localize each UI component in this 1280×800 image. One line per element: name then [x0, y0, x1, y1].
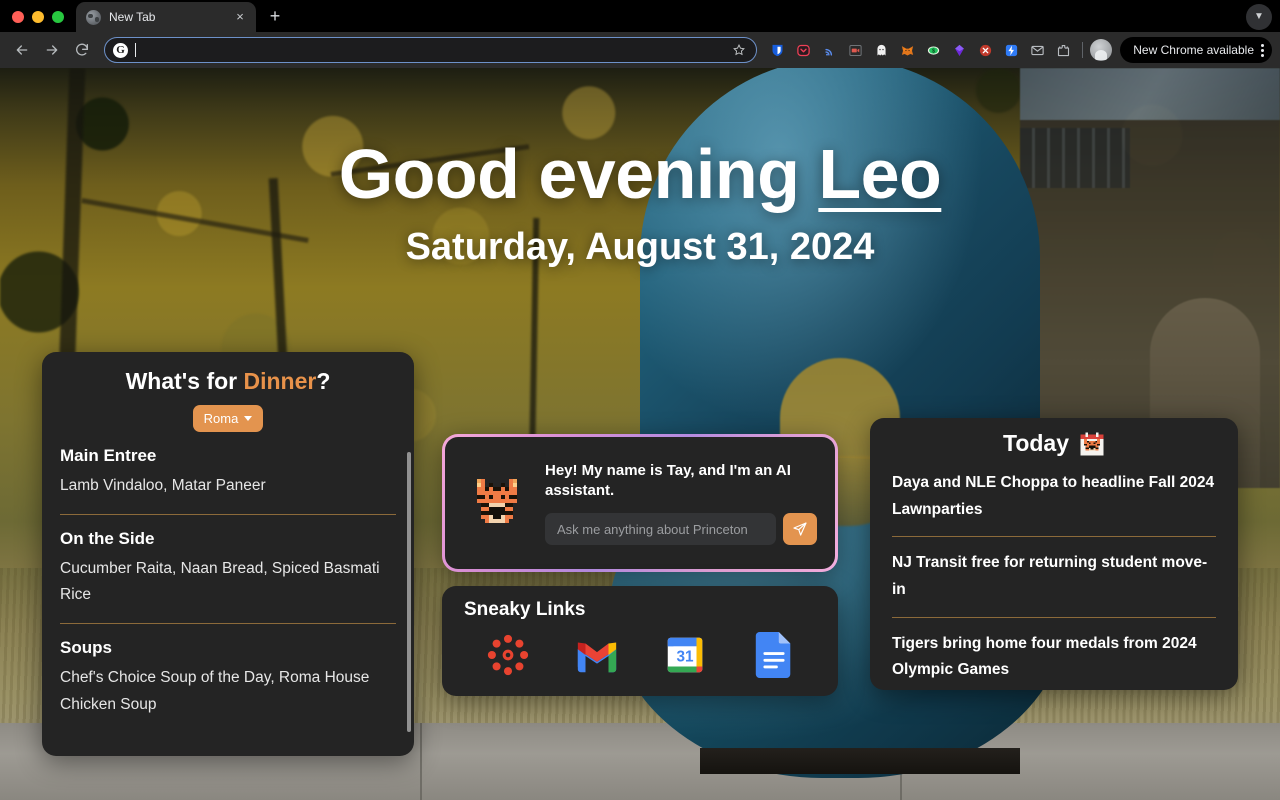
- today-card: Today: [870, 418, 1238, 690]
- chrome-update-button[interactable]: New Chrome available: [1120, 37, 1272, 63]
- browser-toolbar: G: [0, 32, 1280, 68]
- lightning-extension-icon[interactable]: [999, 38, 1023, 62]
- bitwarden-extension-icon[interactable]: [765, 38, 789, 62]
- cast-extension-icon[interactable]: [817, 38, 841, 62]
- user-name: Leo: [818, 135, 941, 213]
- page-title: Good evening Leo: [0, 134, 1280, 214]
- hero-section: Good evening Leo Saturday, August 31, 20…: [0, 68, 1280, 269]
- tay-greeting: Hey! My name is Tay, and I'm an AI assis…: [545, 461, 817, 502]
- menu-section-heading: Soups: [60, 638, 396, 658]
- gmail-link[interactable]: [573, 631, 621, 679]
- kebab-menu-icon[interactable]: [1261, 44, 1264, 57]
- profile-avatar[interactable]: [1090, 39, 1112, 61]
- tab-strip: New Tab × + ▼: [0, 0, 1280, 32]
- canvas-link[interactable]: [484, 631, 532, 679]
- gem-extension-icon[interactable]: [947, 38, 971, 62]
- tab-title: New Tab: [109, 10, 224, 24]
- svg-text:$: $: [932, 48, 935, 54]
- dinner-title: What's for Dinner?: [60, 364, 396, 395]
- tay-send-button[interactable]: [783, 513, 817, 545]
- google-docs-icon: [751, 632, 797, 678]
- new-tab-page: Good evening Leo Saturday, August 31, 20…: [0, 68, 1280, 800]
- extensions-puzzle-icon[interactable]: [1051, 38, 1075, 62]
- money-extension-icon[interactable]: $: [921, 38, 945, 62]
- dinner-title-suffix: ?: [316, 368, 330, 394]
- gmail-icon: [574, 632, 620, 678]
- address-bar[interactable]: G: [104, 37, 757, 63]
- forward-button[interactable]: [38, 36, 66, 64]
- maximize-window-button[interactable]: [52, 11, 64, 23]
- close-window-button[interactable]: [12, 11, 24, 23]
- sneaky-links-row: 31: [464, 631, 818, 679]
- tay-card-body: Hey! My name is Tay, and I'm an AI assis…: [445, 437, 835, 569]
- globe-icon: [86, 10, 101, 25]
- dinner-title-accent: Dinner: [244, 368, 317, 394]
- sneaky-links-title: Sneaky Links: [464, 599, 818, 621]
- menu-section: On the Side Cucumber Raita, Naan Bread, …: [60, 514, 396, 623]
- svg-text:31: 31: [677, 649, 695, 666]
- chevron-down-icon: [244, 416, 252, 421]
- scrollbar[interactable]: [407, 452, 411, 732]
- dinner-card-body: What's for Dinner? Roma Main Entree Lamb…: [42, 352, 414, 756]
- close-icon[interactable]: ×: [232, 9, 248, 25]
- tay-content: Hey! My name is Tay, and I'm an AI assis…: [545, 461, 817, 546]
- menu-section-items: Chef's Choice Soup of the Day, Roma Hous…: [60, 665, 396, 718]
- chrome-update-label: New Chrome available: [1133, 43, 1254, 57]
- dining-hall-selector-wrap: Roma: [60, 405, 396, 432]
- news-item[interactable]: Tigers bring home four medals from 2024 …: [892, 617, 1216, 697]
- sneaky-links-card: Sneaky Links: [442, 586, 838, 696]
- google-docs-link[interactable]: [750, 631, 798, 679]
- dinner-title-prefix: What's for: [126, 368, 244, 394]
- reload-button[interactable]: [68, 36, 96, 64]
- minimize-window-button[interactable]: [32, 11, 44, 23]
- today-title: Today: [892, 430, 1216, 457]
- dining-hall-label: Roma: [204, 411, 239, 426]
- ghost-extension-icon[interactable]: [869, 38, 893, 62]
- star-icon[interactable]: [732, 43, 746, 57]
- browser-window: New Tab × + ▼ G: [0, 0, 1280, 800]
- mail-extension-icon[interactable]: [1025, 38, 1049, 62]
- dinner-card: What's for Dinner? Roma Main Entree Lamb…: [42, 352, 414, 756]
- search-input[interactable]: [143, 43, 725, 57]
- menu-section-items: Cucumber Raita, Naan Bread, Spiced Basma…: [60, 556, 396, 609]
- google-calendar-icon: 31: [662, 632, 708, 678]
- block-extension-icon[interactable]: [973, 38, 997, 62]
- toolbar-divider: [1082, 42, 1083, 58]
- browser-tab[interactable]: New Tab ×: [76, 2, 256, 32]
- calendar-tiger-icon: [1079, 431, 1105, 457]
- menu-section: Soups Chef's Choice Soup of the Day, Rom…: [60, 623, 396, 732]
- menu-section-heading: On the Side: [60, 529, 396, 549]
- new-tab-button[interactable]: +: [262, 4, 288, 30]
- google-calendar-link[interactable]: 31: [661, 631, 709, 679]
- chevron-down-icon[interactable]: ▼: [1246, 4, 1272, 30]
- google-icon: G: [113, 43, 128, 58]
- dining-hall-dropdown[interactable]: Roma: [193, 405, 264, 432]
- greeting-prefix: Good evening: [339, 135, 819, 213]
- tay-assistant-card: Hey! My name is Tay, and I'm an AI assis…: [442, 434, 838, 572]
- news-item[interactable]: Daya and NLE Choppa to headline Fall 202…: [892, 457, 1216, 536]
- canvas-icon: [485, 632, 531, 678]
- sculpture-base: [700, 748, 1020, 774]
- current-date: Saturday, August 31, 2024: [0, 226, 1280, 269]
- tay-input-row: [545, 513, 817, 545]
- menu-section: Main Entree Lamb Vindaloo, Matar Paneer: [60, 432, 396, 514]
- tay-question-input[interactable]: [545, 513, 776, 545]
- text-cursor: [135, 43, 136, 57]
- menu-section-heading: Main Entree: [60, 446, 396, 466]
- menu-section-items: Lamb Vindaloo, Matar Paneer: [60, 473, 396, 500]
- window-controls: [12, 11, 76, 32]
- back-button[interactable]: [8, 36, 36, 64]
- news-item[interactable]: NJ Transit free for returning student mo…: [892, 536, 1216, 616]
- today-title-label: Today: [1003, 430, 1069, 457]
- metamask-extension-icon[interactable]: [895, 38, 919, 62]
- screen-recorder-extension-icon[interactable]: [843, 38, 867, 62]
- tiger-avatar: [465, 471, 529, 535]
- extensions-strip: $: [765, 38, 1075, 62]
- pocket-extension-icon[interactable]: [791, 38, 815, 62]
